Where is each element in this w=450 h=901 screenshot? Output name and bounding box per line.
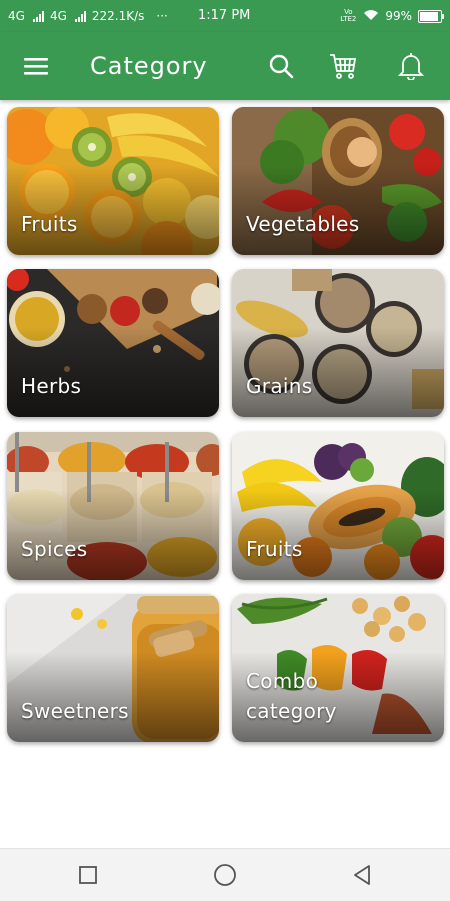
recents-icon[interactable] — [63, 849, 113, 901]
system-nav-bar — [0, 848, 450, 901]
battery-percent: 99% — [385, 9, 412, 23]
category-label: Fruits — [246, 537, 303, 561]
network-label-1: 4G — [8, 9, 25, 23]
category-label-line2: category — [246, 699, 337, 723]
home-icon[interactable] — [200, 849, 250, 901]
category-card-fruits[interactable]: Fruits — [7, 107, 219, 255]
status-bar: 4G 4G 222.1K/s ··· 1:17 PM Vo LTE2 99% — [0, 0, 450, 32]
category-label: Vegetables — [246, 212, 360, 236]
bell-icon[interactable] — [389, 32, 433, 100]
volte-icon: Vo LTE2 — [340, 8, 357, 23]
menu-icon[interactable] — [14, 32, 58, 100]
battery-icon — [418, 9, 444, 23]
category-card-sweetners[interactable]: Sweetners — [7, 594, 219, 742]
category-label: Fruits — [21, 212, 78, 236]
category-card-combo[interactable]: Combo category — [232, 594, 444, 742]
category-card-vegetables[interactable]: Vegetables — [232, 107, 444, 255]
more-notifications: ··· — [156, 9, 168, 23]
back-icon[interactable] — [337, 849, 387, 901]
status-time: 1:17 PM — [198, 8, 251, 23]
search-icon[interactable] — [259, 32, 303, 100]
category-label: Sweetners — [21, 699, 129, 723]
page-title: Category — [90, 52, 208, 80]
status-left: 4G 4G 222.1K/s ··· — [8, 0, 168, 32]
category-card-fruits-2[interactable]: Fruits — [232, 432, 444, 580]
network-label-2: 4G — [49, 9, 67, 23]
signal-icon — [32, 10, 44, 22]
category-label-line1: Combo — [246, 669, 319, 693]
category-label: Spices — [21, 537, 88, 561]
category-label: Herbs — [21, 374, 82, 398]
wifi-icon — [363, 9, 379, 24]
network-speed: 222.1K/s — [91, 9, 145, 23]
category-card-herbs[interactable]: Herbs — [7, 269, 219, 417]
cart-icon[interactable] — [321, 32, 365, 100]
category-card-grains[interactable]: Grains — [232, 269, 444, 417]
category-label: Grains — [246, 374, 313, 398]
status-right: Vo LTE2 99% — [339, 0, 444, 32]
signal-icon — [74, 10, 86, 22]
app-bar: Category — [0, 32, 450, 100]
category-card-spices[interactable]: Spices — [7, 432, 219, 580]
category-label: Combo category — [246, 666, 337, 726]
